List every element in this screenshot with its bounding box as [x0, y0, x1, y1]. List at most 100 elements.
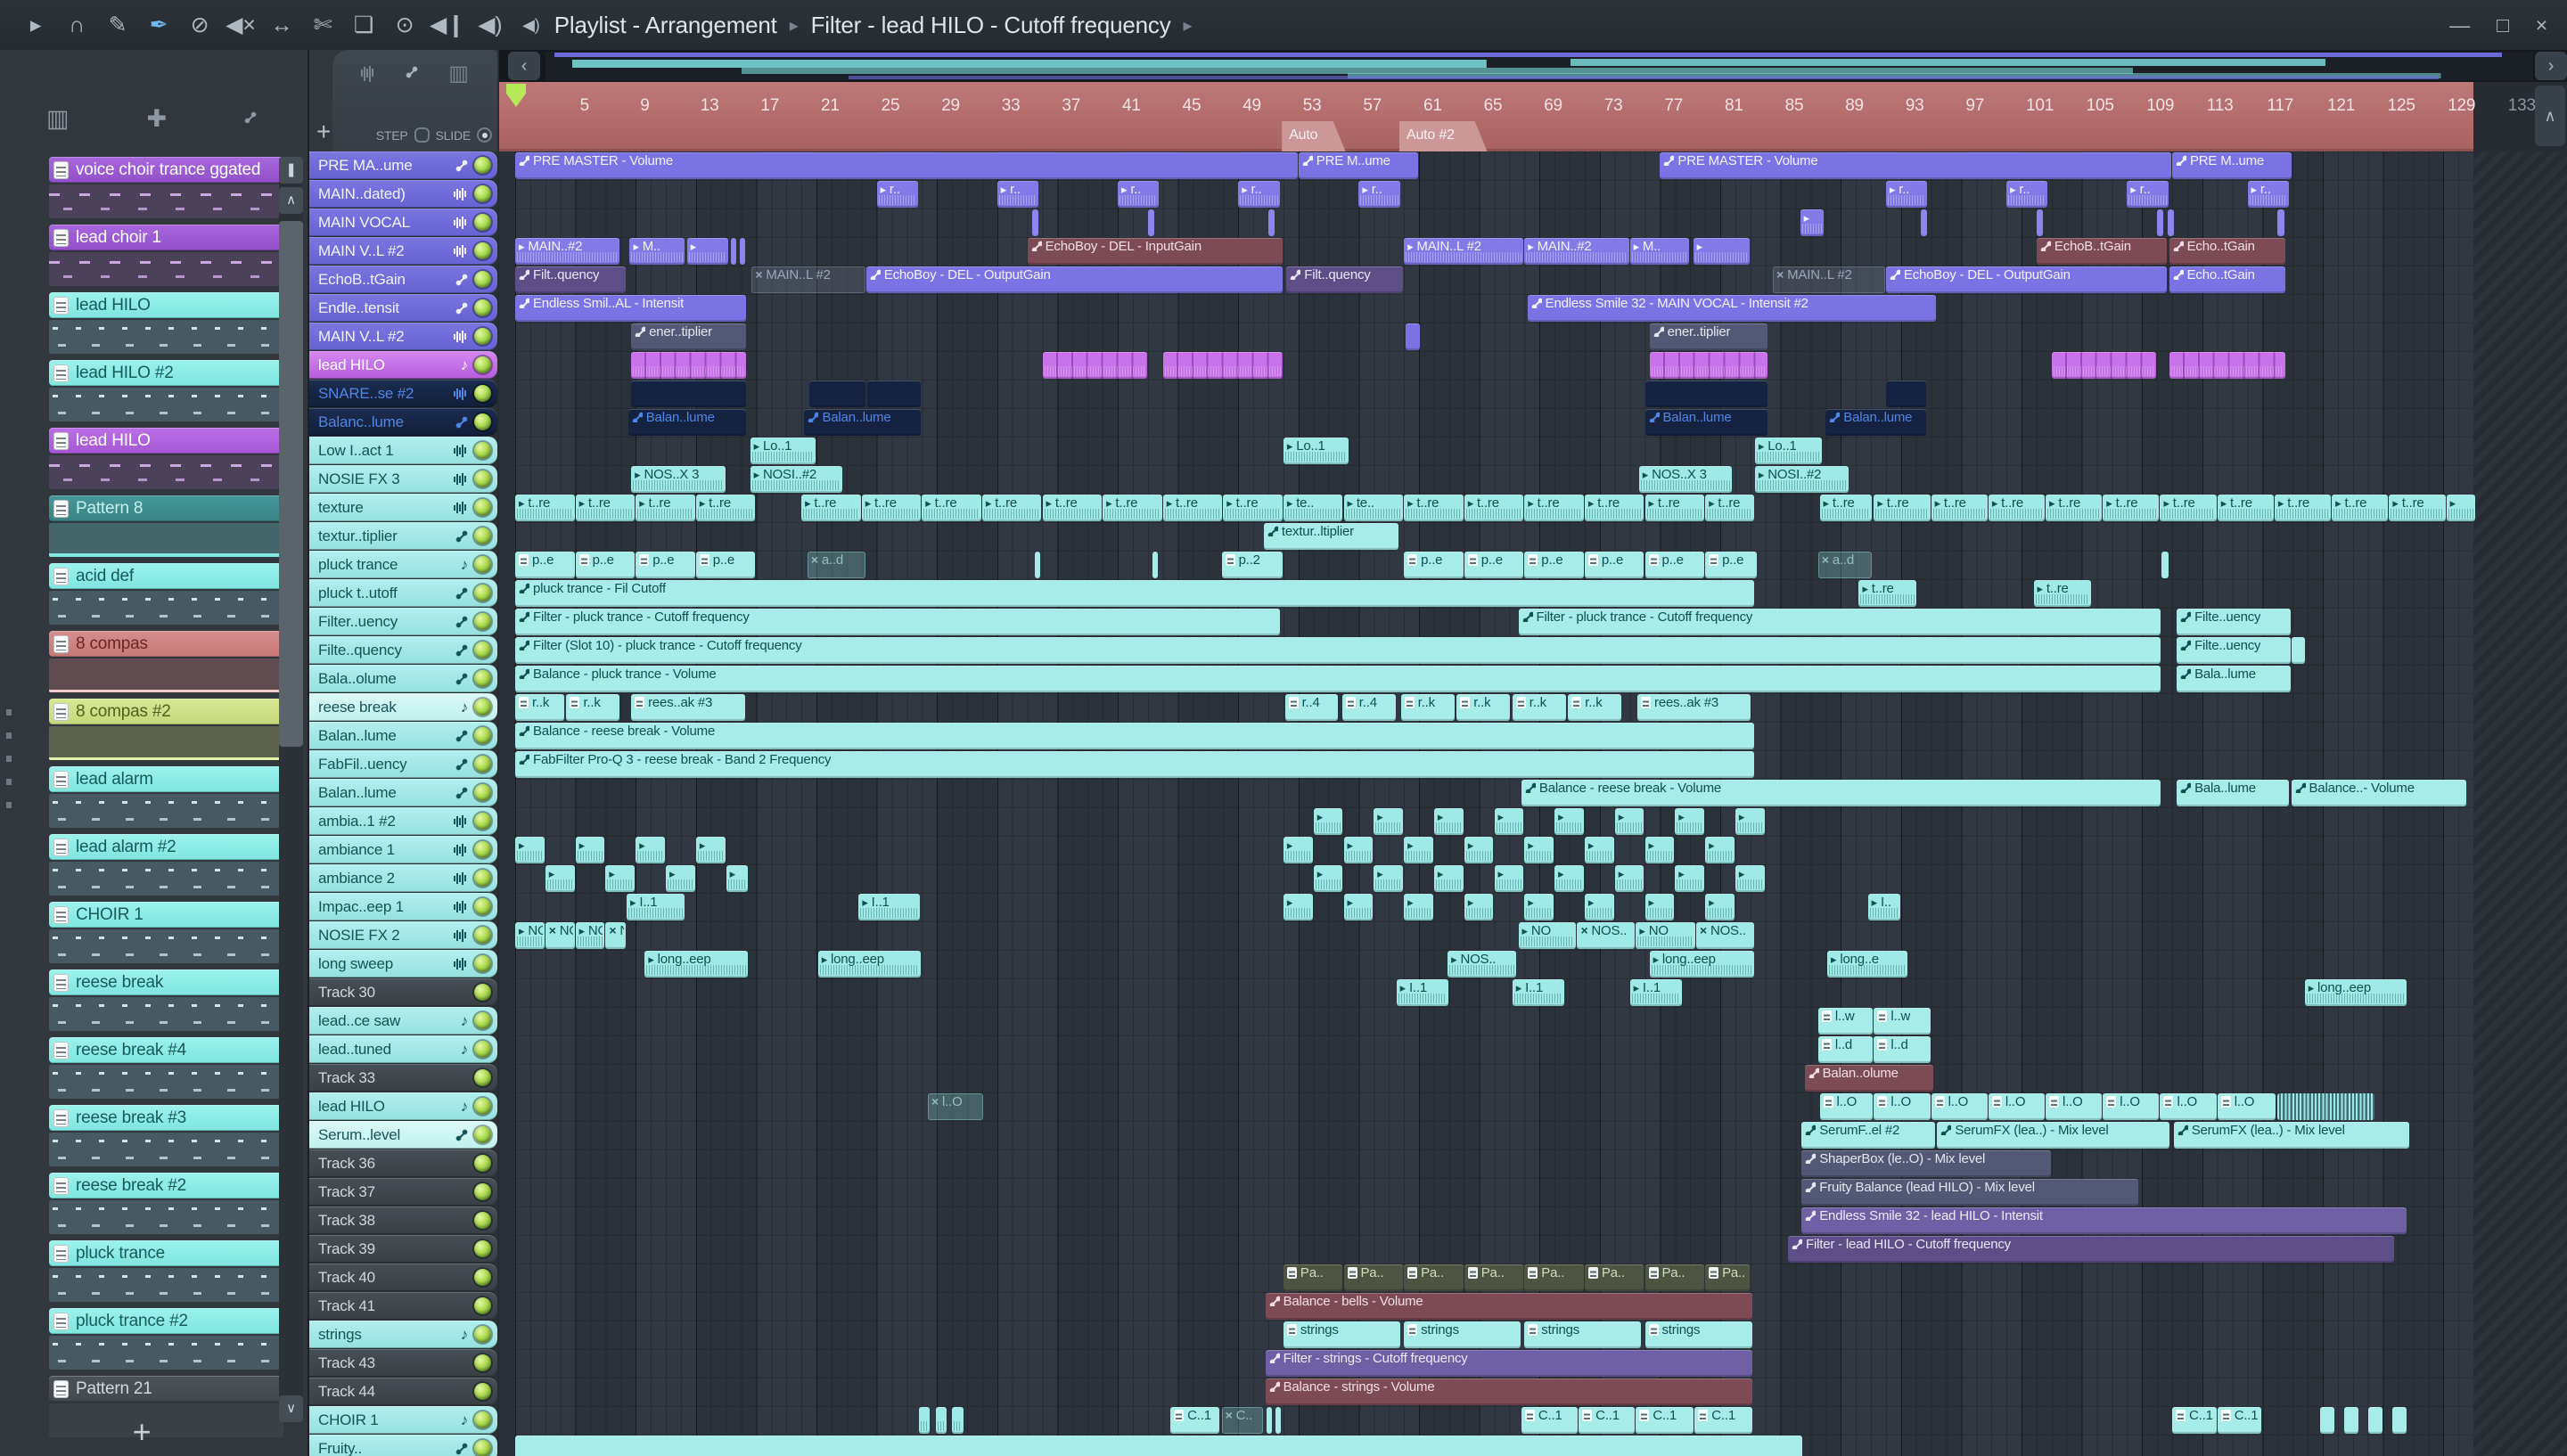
- minimap-scroll-left-icon[interactable]: ‹: [508, 52, 540, 80]
- playlist-clip[interactable]: strings: [1644, 1321, 1753, 1348]
- playlist-clip[interactable]: ▸: [1705, 894, 1735, 920]
- playlist-clip[interactable]: [1268, 209, 1275, 236]
- pattern-preview[interactable]: [49, 320, 283, 354]
- playlist-clip[interactable]: [918, 1407, 931, 1434]
- track-row[interactable]: pluck trance ♪: [309, 551, 497, 578]
- minimap-scroll-right-icon[interactable]: ›: [2535, 52, 2567, 80]
- playlist-clip[interactable]: Balance - pluck trance - Volume: [515, 666, 2161, 692]
- playlist-clip[interactable]: ▸: [1374, 808, 1404, 835]
- playlist-clip[interactable]: ×NOS..: [1695, 922, 1754, 949]
- track-row[interactable]: MAIN VOCAL: [309, 209, 497, 236]
- playlist-clip[interactable]: ener..tiplier: [631, 323, 747, 350]
- pattern-header[interactable]: pluck trance: [49, 1240, 283, 1266]
- pattern-header[interactable]: lead HILO #2: [49, 360, 283, 386]
- playlist-clip[interactable]: [1275, 1407, 1282, 1434]
- playlist-clip[interactable]: ▸ t..re: [2389, 495, 2446, 521]
- pattern-preview[interactable]: [49, 929, 283, 963]
- playlist-clip[interactable]: r..k: [1568, 694, 1622, 721]
- playlist-clip[interactable]: l..O: [1988, 1093, 2046, 1120]
- pattern-item[interactable]: 8 compas: [49, 631, 283, 692]
- playlist-clip[interactable]: ▸ t..re: [2217, 495, 2274, 521]
- playlist-clip[interactable]: EchoBoy - DEL - InputGain: [1027, 238, 1283, 265]
- playlist-clip[interactable]: Filt..quency: [515, 266, 627, 293]
- playlist-clip[interactable]: ▸ NOSI..#2: [750, 466, 843, 493]
- track-led-button[interactable]: [474, 442, 491, 459]
- playlist-clip[interactable]: ▸ NOS..X 3: [1638, 466, 1732, 493]
- track-row[interactable]: PRE MA..ume: [309, 151, 497, 179]
- track-led-button[interactable]: [474, 1126, 491, 1143]
- playlist-clip[interactable]: ▸: [1343, 837, 1374, 863]
- slide-icon[interactable]: [244, 110, 260, 127]
- playlist-clip[interactable]: p..e: [1705, 552, 1758, 578]
- track-row[interactable]: Track 30: [309, 978, 497, 1006]
- track-led-button[interactable]: [474, 242, 491, 259]
- playlist-clip[interactable]: pluck trance - Fil Cutoff: [515, 580, 1754, 607]
- playlist-clip[interactable]: [1147, 209, 1155, 236]
- playlist-clip[interactable]: ▸: [1404, 894, 1433, 920]
- playlist-clip[interactable]: PRE MASTER - Volume: [1660, 152, 2171, 179]
- playlist-clip[interactable]: ▸ NOSI..#2: [1754, 466, 1849, 493]
- playlist-clip[interactable]: rees..ak #3: [1637, 694, 1751, 721]
- playlist-clip[interactable]: [1152, 552, 1158, 578]
- playlist-clip[interactable]: C..1: [2217, 1407, 2262, 1434]
- pattern-item[interactable]: pluck trance: [49, 1240, 283, 1302]
- playlist-clip[interactable]: [2367, 1407, 2382, 1434]
- track-led-button[interactable]: [474, 214, 491, 231]
- slide-radio[interactable]: [477, 127, 492, 143]
- track-row[interactable]: FabFil..uency: [309, 750, 497, 778]
- playlist-clip[interactable]: r..k: [515, 694, 564, 721]
- pattern-header[interactable]: lead alarm #2: [49, 834, 283, 860]
- playlist-clip[interactable]: × MAIN..L #2: [1773, 266, 1885, 293]
- playlist-clip[interactable]: p..e: [1464, 552, 1524, 578]
- pattern-scrollbar[interactable]: ❚ ∧ ∨: [279, 157, 303, 1422]
- pattern-preview[interactable]: [49, 794, 283, 828]
- pattern-item[interactable]: acid def: [49, 563, 283, 625]
- close-button[interactable]: ×: [2536, 13, 2547, 37]
- pattern-preview[interactable]: [49, 997, 283, 1031]
- playlist-clip[interactable]: PRE MASTER - Volume: [515, 152, 1298, 179]
- playlist-clip[interactable]: ▸ t..re: [801, 495, 861, 521]
- track-row[interactable]: lead HILO ♪: [309, 351, 497, 379]
- playlist-clip[interactable]: l..O: [1931, 1093, 1988, 1120]
- track-row[interactable]: Fruity..: [309, 1435, 497, 1456]
- pattern-header[interactable]: lead alarm: [49, 766, 283, 792]
- playlist-clip[interactable]: EchoB..tGain: [2036, 238, 2167, 265]
- playlist-clip[interactable]: ▸ t..re: [1223, 495, 1283, 521]
- playlist-clip[interactable]: ▸ r..: [1358, 181, 1400, 208]
- playlist-clip[interactable]: ▸: [1283, 894, 1313, 920]
- playlist-clip[interactable]: ▸: [1494, 808, 1524, 835]
- playlist-clip[interactable]: C..1: [1170, 1407, 1219, 1434]
- scroll-up-icon[interactable]: ∧: [279, 187, 303, 214]
- playlist-clip[interactable]: ▸: [1644, 837, 1675, 863]
- track-row[interactable]: long sweep: [309, 950, 497, 977]
- scrollbar-thumb[interactable]: [279, 221, 303, 747]
- playlist-clip[interactable]: ▸: [2446, 495, 2476, 521]
- menu-arrow-icon[interactable]: ▸: [20, 0, 52, 50]
- zoom-tool-icon[interactable]: ⊙: [389, 0, 421, 50]
- track-led-button[interactable]: [474, 356, 491, 373]
- playlist-clip[interactable]: strings: [1283, 1321, 1400, 1348]
- playlist-clip[interactable]: ▸: [1313, 865, 1343, 892]
- track-row[interactable]: lead..tuned ♪: [309, 1035, 497, 1063]
- playlist-clip[interactable]: ▸ t..re: [2332, 495, 2389, 521]
- playlist-clip[interactable]: ▸: [1464, 894, 1494, 920]
- playlist-clip[interactable]: ▸: [1464, 837, 1494, 863]
- playlist-clip[interactable]: [1035, 552, 1041, 578]
- playlist-clip[interactable]: ▸ t..re: [515, 495, 575, 521]
- playlist-clip[interactable]: C..1: [1579, 1407, 1636, 1434]
- playlist-scroll-up-icon[interactable]: ∧: [2535, 86, 2565, 146]
- pattern-preview[interactable]: [49, 726, 283, 760]
- playlist-clip[interactable]: [1649, 352, 1768, 379]
- pattern-preview[interactable]: [49, 1065, 283, 1099]
- track-led-button[interactable]: [474, 499, 491, 516]
- pattern-item[interactable]: reese break #4: [49, 1037, 283, 1099]
- playlist-clip[interactable]: Endless Smil..AL - Intensit: [515, 295, 747, 322]
- pattern-preview[interactable]: [49, 1336, 283, 1370]
- track-row[interactable]: strings ♪: [309, 1321, 497, 1348]
- playlist-clip[interactable]: Fruity Balance (lead HILO) - Mix level: [1801, 1179, 2138, 1206]
- track-row[interactable]: Track 43: [309, 1349, 497, 1377]
- playlist-clip[interactable]: [2036, 209, 2044, 236]
- pattern-preview[interactable]: [49, 388, 283, 421]
- draw-tool-icon[interactable]: ✎: [102, 0, 134, 50]
- track-led-button[interactable]: [474, 585, 491, 601]
